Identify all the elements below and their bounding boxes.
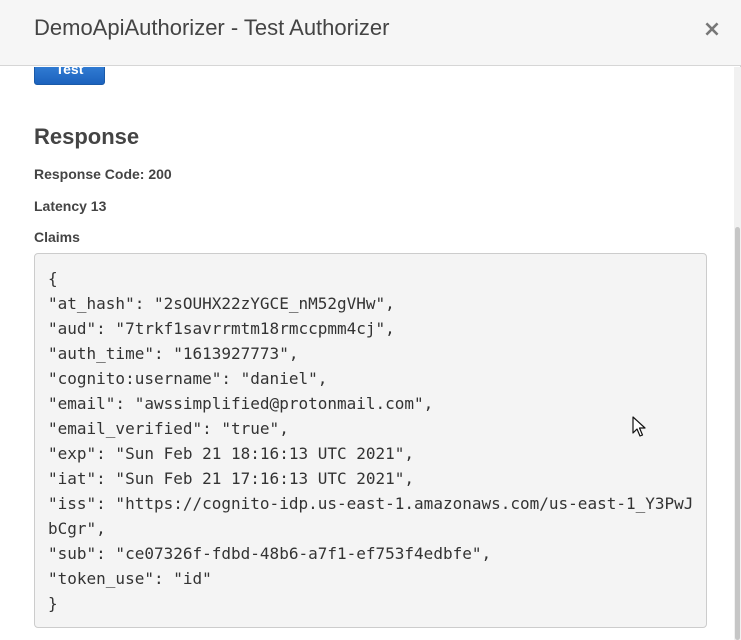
- claims-label: Claims: [34, 229, 80, 245]
- claims-line: "auth_time": "1613927773",: [48, 344, 299, 363]
- response-heading: Response: [34, 124, 140, 149]
- claims-line: "exp": "Sun Feb 21 18:16:13 UTC 2021",: [48, 444, 415, 463]
- claims-line: "sub": "ce07326f-fdbd-48b6-a7f1-ef753f4e…: [48, 544, 492, 563]
- claims-line: "cognito:username": "daniel",: [48, 369, 328, 388]
- claims-line: "iat": "Sun Feb 21 17:16:13 UTC 2021",: [48, 469, 415, 488]
- claims-code-box[interactable]: { "at_hash": "2sOUHX22zYGCE_nM52gVHw", "…: [34, 253, 707, 628]
- claims-line: {: [48, 269, 58, 288]
- scrollbar-thumb[interactable]: [735, 227, 740, 640]
- claims-line: "at_hash": "2sOUHX22zYGCE_nM52gVHw",: [48, 294, 395, 313]
- claims-line: "token_use": "id": [48, 569, 212, 588]
- test-button[interactable]: Test: [34, 67, 105, 85]
- claims-line: bCgr",: [48, 519, 106, 538]
- close-icon[interactable]: ×: [702, 19, 722, 41]
- mouse-pointer-icon: [632, 416, 646, 437]
- claims-line: "email": "awssimplified@protonmail.com",: [48, 394, 434, 413]
- modal-title: DemoApiAuthorizer - Test Authorizer: [34, 15, 390, 40]
- modal-header: DemoApiAuthorizer - Test Authorizer ×: [0, 0, 741, 66]
- modal-body: Test Response Response Code: 200 Latency…: [0, 67, 735, 640]
- response-latency: Latency 13: [34, 198, 107, 214]
- test-authorizer-modal: DemoApiAuthorizer - Test Authorizer × Te…: [0, 0, 741, 640]
- claims-line: }: [48, 594, 58, 613]
- claims-line: "iss": "https://cognito-idp.us-east-1.am…: [48, 494, 694, 513]
- claims-line: "aud": "7trkf1savrrmtm18rmccpmm4cj",: [48, 319, 395, 338]
- scrollbar[interactable]: [734, 67, 741, 640]
- claims-line: "email_verified": "true",: [48, 419, 289, 438]
- response-code: Response Code: 200: [34, 166, 172, 182]
